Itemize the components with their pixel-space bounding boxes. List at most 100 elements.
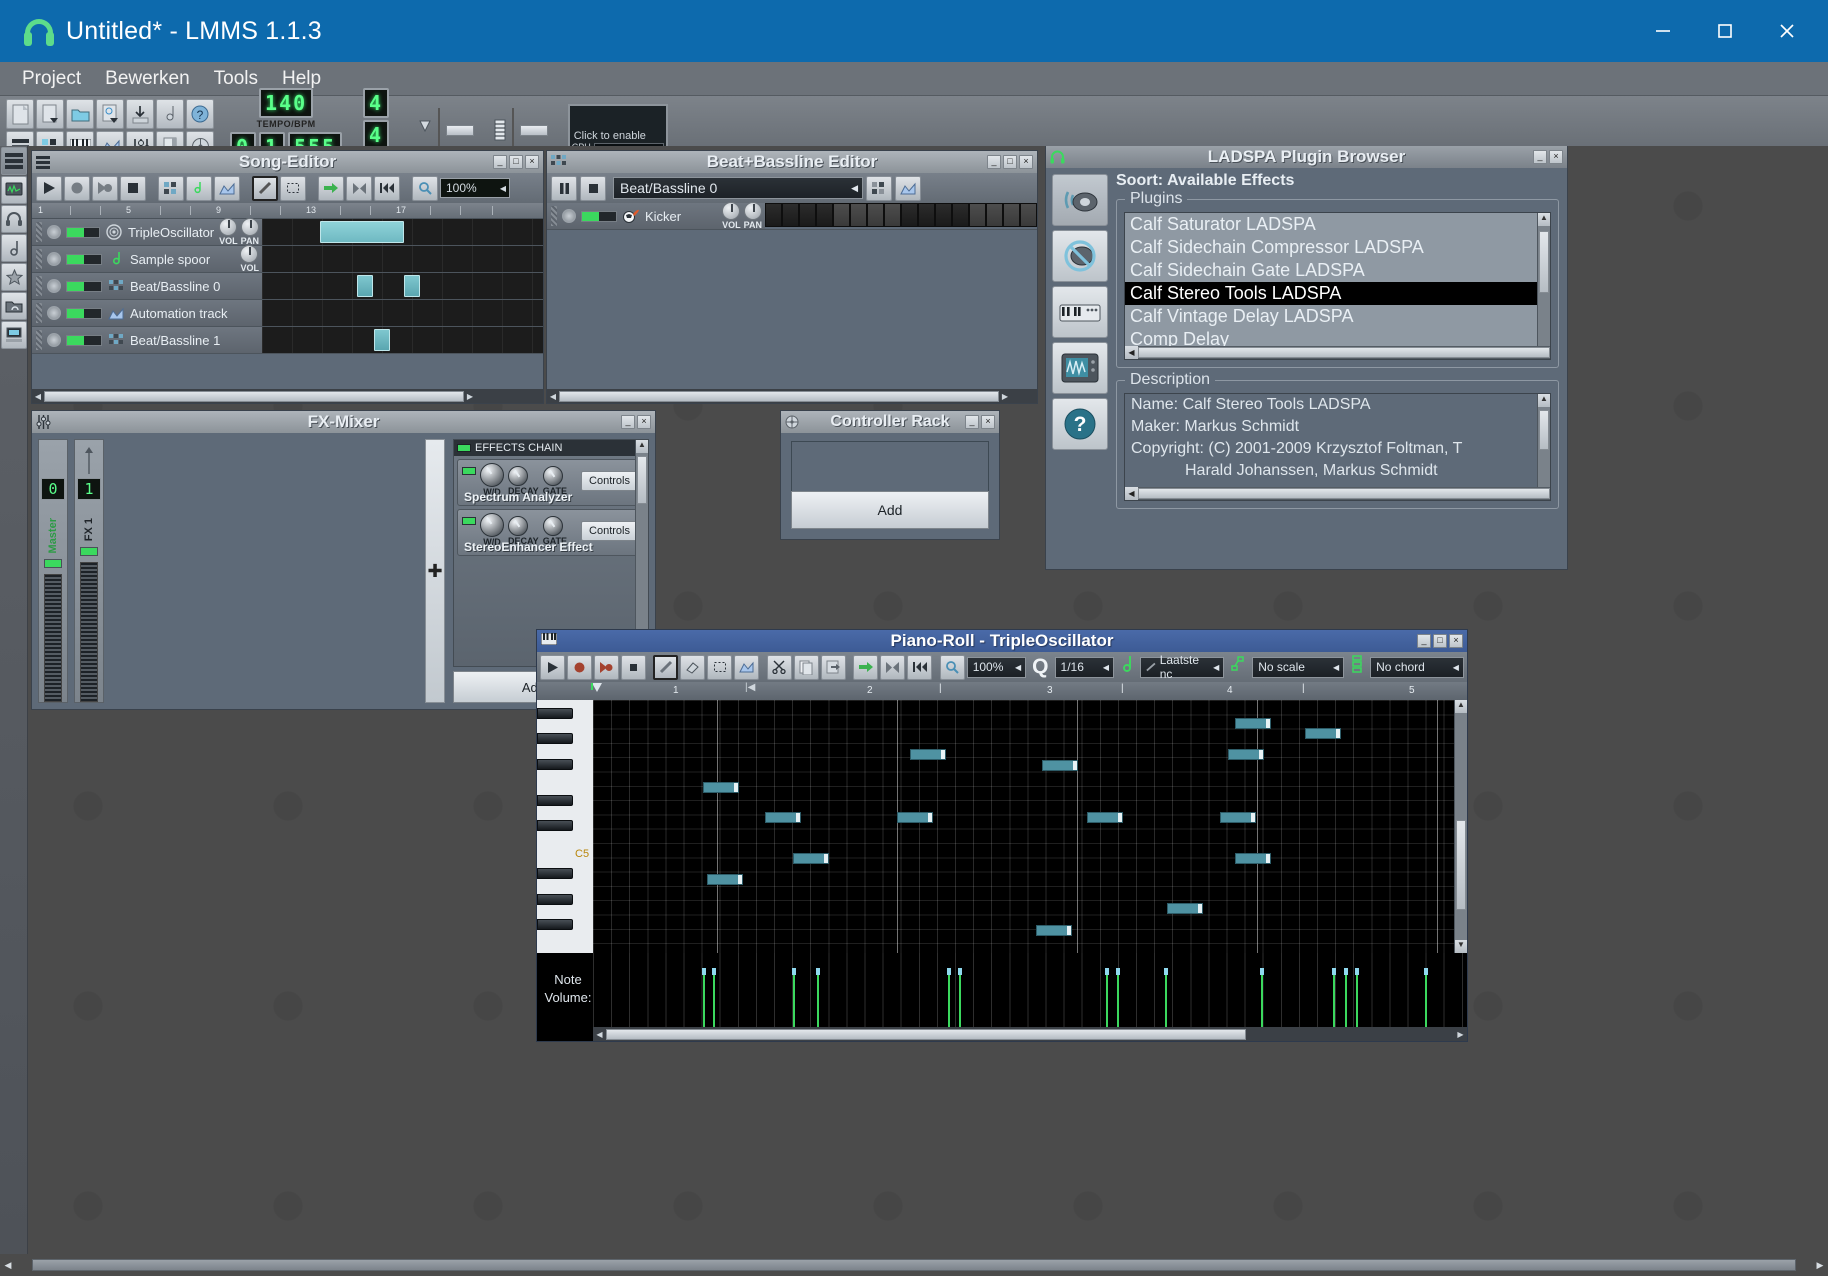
song-editor-close[interactable]: × [525,155,539,169]
bb-track-row[interactable]: Kicker VOL PAN [547,202,1037,230]
tempo-value[interactable]: 140 [259,87,314,118]
ladspa-minimize[interactable]: _ [1533,150,1547,164]
effect-item[interactable]: W/D DECAY GATE Controls Spectrum Analyze… [457,459,645,506]
decay-knob[interactable] [508,466,528,486]
sidebar-item-my-presets[interactable] [1,176,27,204]
track-clip[interactable] [404,275,420,297]
gear-icon[interactable] [47,333,61,347]
pr-record-accompany-button[interactable] [593,654,619,680]
black-key[interactable] [537,708,573,719]
pr-scale-combo[interactable]: No scale ◀ [1252,656,1345,678]
piano-roll-maximize[interactable]: □ [1433,634,1447,648]
plugin-list-item[interactable]: Calf Vintage Delay LADSPA [1125,305,1550,328]
track-lane[interactable] [262,327,543,353]
fx-channel-master[interactable]: 0 Master [38,439,68,703]
pr-zoom-combo[interactable]: 100% ◀ [966,656,1027,678]
controller-rack-minimize[interactable]: _ [965,415,979,429]
effects-chain-led[interactable] [457,444,471,452]
song-record-button[interactable] [64,175,90,201]
bb-step[interactable] [918,203,935,227]
bb-editor-minimize[interactable]: _ [987,155,1001,169]
song-play-button[interactable] [36,175,62,201]
ladspa-close[interactable]: × [1549,150,1563,164]
song-record-accompany-button[interactable] [92,175,118,201]
track-row[interactable]: Automation track [32,300,543,327]
piano-roll-titlebar[interactable]: Piano-Roll - TripleOscillator _ □ × [537,630,1467,652]
piano-roll-vscrollbar[interactable]: ▲ ▼ [1454,700,1467,953]
bb-step-lane[interactable] [765,203,1037,229]
timesig-denominator[interactable]: 4 [362,119,389,150]
note[interactable] [897,812,933,823]
note[interactable] [1036,925,1072,936]
note[interactable] [1087,812,1123,823]
bb-pattern-combo[interactable]: Beat/Bassline 0 ◀ [613,177,863,199]
bb-steps[interactable] [765,203,1037,227]
volume-knob[interactable] [240,245,259,263]
piano-keyboard[interactable]: C5 C4 [537,700,593,990]
track-grip[interactable] [36,249,42,269]
save-project-button[interactable] [126,99,154,129]
track-mute-solo[interactable] [581,210,617,222]
note[interactable] [765,812,801,823]
back-to-start-button[interactable] [374,175,400,201]
sidebar-item-my-favorites[interactable] [1,263,27,291]
track-row[interactable]: Beat/Bassline 1 [32,327,543,354]
decay-knob[interactable] [508,516,528,536]
song-editor-maximize[interactable]: □ [509,155,523,169]
description-vscrollbar[interactable]: ▲ ▼ [1537,394,1550,500]
new-from-template-button[interactable] [36,99,64,129]
bb-editor-maximize[interactable]: □ [1003,155,1017,169]
track-clip[interactable] [357,275,373,297]
note[interactable] [1220,812,1256,823]
bb-track-header[interactable]: Kicker VOL PAN [547,202,765,230]
track-mute-solo[interactable] [66,334,102,346]
bb-step[interactable] [850,203,867,227]
gear-icon[interactable] [47,306,61,320]
note[interactable] [793,853,829,864]
description-box[interactable]: Name: Calf Stereo Tools LADSPA Maker: Ma… [1124,393,1551,501]
plugin-list-item[interactable]: Calf Sidechain Gate LADSPA [1125,259,1550,282]
pan-knob[interactable] [743,202,762,220]
pr-play-button[interactable] [540,654,565,680]
song-editor-titlebar[interactable]: Song-Editor _ □ × [32,151,543,173]
available-effects-button[interactable] [1052,174,1108,226]
pr-stop-button[interactable] [620,654,646,680]
track-clip[interactable] [374,329,390,351]
bb-step[interactable] [952,203,969,227]
track-grip[interactable] [551,206,557,226]
pr-erase-mode-button[interactable] [680,654,706,680]
effect-enable-led[interactable] [462,467,476,475]
bb-step[interactable] [969,203,986,227]
minimize-button[interactable] [1632,0,1694,62]
track-row[interactable]: Sample spoor VOL [32,245,543,273]
bb-editor-close[interactable]: × [1019,155,1033,169]
scroll-up-arrow[interactable]: ▲ [1538,213,1550,226]
fx-mixer-titlebar[interactable]: FX-Mixer _ × [32,411,655,433]
track-grip[interactable] [36,330,42,350]
bb-step[interactable] [867,203,884,227]
scroll-right-arrow[interactable]: ▶ [999,392,1011,401]
piano-roll-ruler[interactable]: 1 |◀ 2 | 3 | 4 | 5 [537,682,1467,700]
note[interactable] [1167,903,1203,914]
track-lane[interactable] [262,300,543,326]
maximize-button[interactable] [1694,0,1756,62]
plugin-list[interactable]: Calf Saturator LADSPA Calf Sidechain Com… [1124,212,1551,360]
new-project-button[interactable] [6,99,34,129]
fx-channel-fx1[interactable]: 1 FX 1 [74,439,104,703]
black-key[interactable] [537,759,573,770]
plugin-list-item[interactable]: Calf Saturator LADSPA [1125,213,1550,236]
effect-controls-button[interactable]: Controls [581,521,638,541]
black-key[interactable] [537,733,573,744]
note-grid[interactable]: ▲ ▼ [593,700,1467,953]
bb-step[interactable] [1020,203,1037,227]
track-grip[interactable] [36,276,42,296]
scroll-left-arrow[interactable]: ◀ [1125,346,1138,359]
pr-draw-mode-button[interactable] [653,654,679,680]
fx-mixer-close[interactable]: × [637,415,651,429]
timesig-numerator[interactable]: 4 [362,87,389,118]
pr-cut-button[interactable] [766,654,792,680]
track-lane[interactable] [262,246,543,272]
plugin-list-item-selected[interactable]: Calf Stereo Tools LADSPA [1125,282,1550,305]
bb-step[interactable] [782,203,799,227]
unavailable-effects-button[interactable] [1052,230,1108,282]
